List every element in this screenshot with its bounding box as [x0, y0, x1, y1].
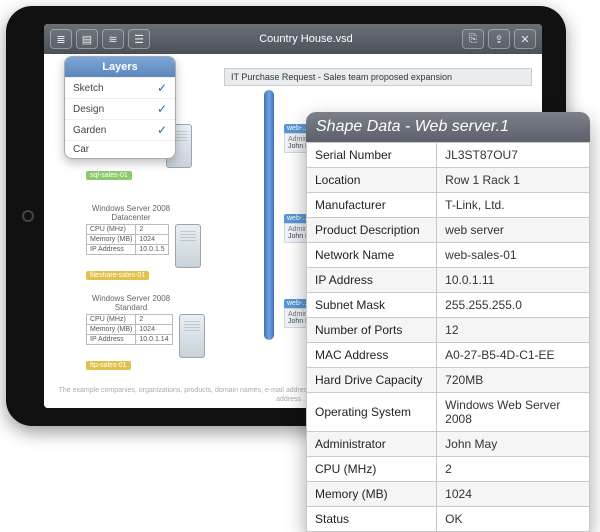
shape-key: Manufacturer	[307, 193, 437, 218]
shape-data-row: Operating SystemWindows Web Server 2008	[307, 393, 590, 432]
rack-bar	[264, 90, 274, 340]
shape-data-row: Hard Drive Capacity720MB	[307, 368, 590, 393]
shape-key: Location	[307, 168, 437, 193]
home-button[interactable]	[22, 210, 34, 222]
list-icon[interactable]: ≣	[50, 29, 72, 49]
prop-key: Memory (MB)	[87, 325, 136, 335]
layer-label: Sketch	[73, 83, 104, 94]
server-icon	[179, 314, 205, 358]
shape-data-row: AdministratorJohn May	[307, 432, 590, 457]
shape-data-table: Serial NumberJL3ST87OU7LocationRow 1 Rac…	[306, 142, 590, 532]
shape-val: A0-27-B5-4D-C1-EE	[437, 343, 590, 368]
panels-icon[interactable]: ▤	[76, 29, 98, 49]
shape-key: Network Name	[307, 243, 437, 268]
shape-data-panel: Shape Data - Web server.1 Serial NumberJ…	[306, 112, 590, 532]
shape-data-row: Memory (MB)1024	[307, 482, 590, 507]
shape-key: Administrator	[307, 432, 437, 457]
layer-label: Design	[73, 104, 104, 115]
shape-val: 255.255.255.0	[437, 293, 590, 318]
prop-val: 1024	[136, 235, 168, 245]
server-props: CPU (MHz)2Memory (MB)1024IP Address10.0.…	[86, 314, 173, 345]
shape-data-row: CPU (MHz)2	[307, 457, 590, 482]
shape-val: John May	[437, 432, 590, 457]
shape-key: Operating System	[307, 393, 437, 432]
server-tag: fileshare-sales-01	[86, 271, 149, 280]
shape-key: IP Address	[307, 268, 437, 293]
server-tag: sql-sales-01	[86, 171, 132, 180]
shape-data-title: Shape Data - Web server.1	[306, 112, 590, 142]
shape-val: 2	[437, 457, 590, 482]
shape-val: 12	[437, 318, 590, 343]
shape-val: web server	[437, 218, 590, 243]
document-title: Country House.vsd	[150, 33, 462, 45]
shape-key: Serial Number	[307, 143, 437, 168]
prop-key: Memory (MB)	[87, 235, 136, 245]
layer-label: Garden	[73, 125, 106, 136]
prop-val: 2	[136, 315, 172, 325]
shape-data-row: ManufacturerT-Link, Ltd.	[307, 193, 590, 218]
page-title-banner: IT Purchase Request - Sales team propose…	[224, 68, 532, 86]
server-block[interactable]: Windows Server 2008 Datacenter CPU (MHz)…	[86, 204, 236, 280]
layers-popover-title: Layers	[65, 57, 175, 77]
layer-row[interactable]: Car	[65, 140, 175, 158]
shape-data-row: LocationRow 1 Rack 1	[307, 168, 590, 193]
server-tag: ftp-sales-01	[86, 361, 131, 370]
shape-val: OK	[437, 507, 590, 532]
export-pdf-icon[interactable]: ⎘	[462, 29, 484, 49]
shape-val: Windows Web Server 2008	[437, 393, 590, 432]
checkmark-icon: ✓	[155, 81, 167, 95]
shape-key: CPU (MHz)	[307, 457, 437, 482]
shape-data-row: Number of Ports12	[307, 318, 590, 343]
server-block[interactable]: Windows Server 2008 Standard CPU (MHz)2M…	[86, 294, 236, 370]
server-title: Windows Server 2008 Datacenter	[86, 204, 176, 222]
shape-key: Subnet Mask	[307, 293, 437, 318]
shape-val: 720MB	[437, 368, 590, 393]
shape-data-row: MAC AddressA0-27-B5-4D-C1-EE	[307, 343, 590, 368]
shape-val: 1024	[437, 482, 590, 507]
layer-row[interactable]: Sketch ✓	[65, 77, 175, 98]
prop-key: CPU (MHz)	[87, 315, 136, 325]
shape-data-row: IP Address10.0.1.11	[307, 268, 590, 293]
shape-val: T-Link, Ltd.	[437, 193, 590, 218]
prop-val: 1024	[136, 325, 172, 335]
prop-key: IP Address	[87, 335, 136, 345]
shape-data-row: Subnet Mask255.255.255.0	[307, 293, 590, 318]
layers-icon[interactable]: ≋	[102, 29, 124, 49]
server-title: Windows Server 2008 Standard	[86, 294, 176, 312]
shape-key: Product Description	[307, 218, 437, 243]
shape-val: Row 1 Rack 1	[437, 168, 590, 193]
shape-val: JL3ST87OU7	[437, 143, 590, 168]
prop-key: CPU (MHz)	[87, 225, 136, 235]
shape-key: Hard Drive Capacity	[307, 368, 437, 393]
layers-popover: Layers Sketch ✓ Design ✓ Garden ✓ Car	[64, 56, 176, 159]
shape-key: Status	[307, 507, 437, 532]
shape-val: 10.0.1.11	[437, 268, 590, 293]
shape-key: Number of Ports	[307, 318, 437, 343]
close-icon[interactable]: ✕	[514, 29, 536, 49]
shape-data-row: Product Descriptionweb server	[307, 218, 590, 243]
checkmark-icon: ✓	[155, 102, 167, 116]
menu-icon[interactable]: ☰	[128, 29, 150, 49]
shape-val: web-sales-01	[437, 243, 590, 268]
checkmark-icon: ✓	[155, 123, 167, 137]
prop-val: 2	[136, 225, 168, 235]
layer-row[interactable]: Design ✓	[65, 98, 175, 119]
shape-data-row: StatusOK	[307, 507, 590, 532]
shape-key: Memory (MB)	[307, 482, 437, 507]
shape-data-row: Network Nameweb-sales-01	[307, 243, 590, 268]
prop-val: 10.0.1.14	[136, 335, 172, 345]
layer-label: Car	[73, 144, 89, 155]
server-icon	[175, 224, 201, 268]
shape-data-row: Serial NumberJL3ST87OU7	[307, 143, 590, 168]
shape-key: MAC Address	[307, 343, 437, 368]
toolbar: ≣ ▤ ≋ ☰ Country House.vsd ⎘ ⇪ ✕	[44, 24, 542, 54]
server-props: CPU (MHz)2Memory (MB)1024IP Address10.0.…	[86, 224, 169, 255]
prop-val: 10.0.1.5	[136, 245, 168, 255]
layer-row[interactable]: Garden ✓	[65, 119, 175, 140]
share-icon[interactable]: ⇪	[488, 29, 510, 49]
prop-key: IP Address	[87, 245, 136, 255]
